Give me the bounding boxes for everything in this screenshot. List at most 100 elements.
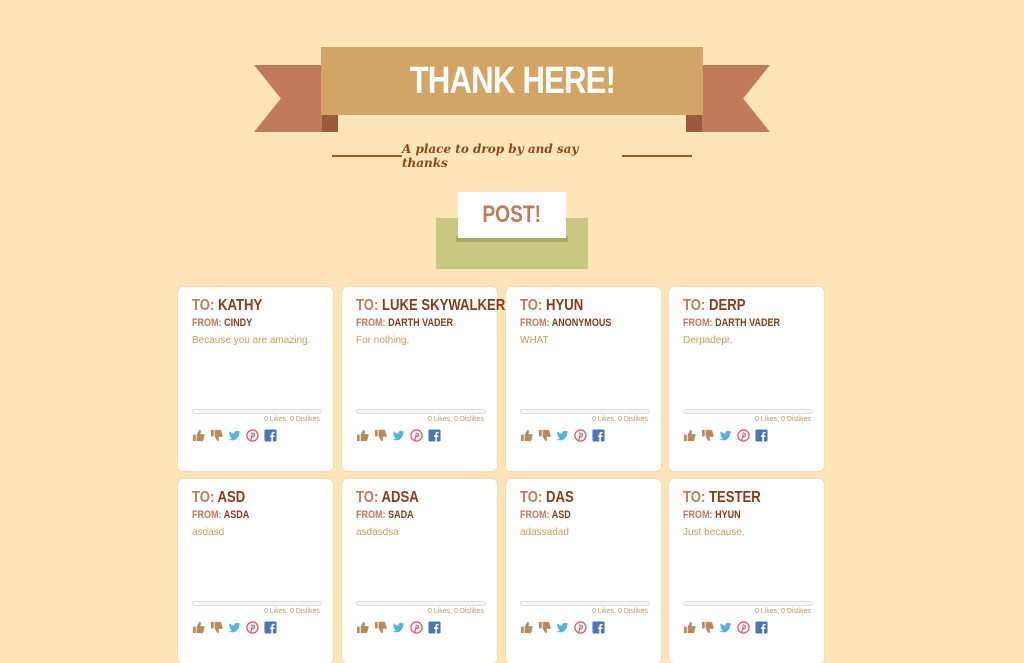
to-label: TO: [192,489,215,506]
card-message: adassadad [520,527,569,538]
from-label: FROM: [356,509,386,521]
like-counts: 0 Likes, 0 Dislikes [427,416,484,423]
twitter-icon[interactable] [556,429,569,442]
twitter-icon[interactable] [392,429,405,442]
thumbs-up-icon[interactable] [356,621,369,634]
post-button[interactable]: POST! [458,192,566,238]
facebook-icon[interactable] [755,621,768,634]
to-label: TO: [356,489,379,506]
card-message: asdasd [192,527,225,538]
recipient-name: ADSA [381,489,419,506]
pinterest-icon[interactable] [410,429,423,442]
twitter-icon[interactable] [719,429,732,442]
twitter-icon[interactable] [392,621,405,634]
tagline: A place to drop by and say thanks [401,142,579,170]
like-counts: 0 Likes, 0 Dislikes [263,608,320,615]
from-label: FROM: [520,509,550,521]
card-from: FROM: ASDA [192,509,249,521]
thumbs-up-icon[interactable] [192,429,205,442]
card-from: FROM: ASD [520,509,571,521]
card-to: TO: LUKE SKYWALKER [356,297,505,315]
recipient-name: DAS [546,489,574,506]
from-label: FROM: [356,317,386,329]
pinterest-icon[interactable] [574,429,587,442]
sender-name: HYUN [715,509,741,521]
thumbs-up-icon[interactable] [356,429,369,442]
thumbs-down-icon[interactable] [538,621,551,634]
recipient-name: KATHY [218,297,263,314]
pinterest-icon[interactable] [246,621,259,634]
sender-name: CINDY [224,317,253,329]
sender-name: DARTH VADER [388,317,454,329]
twitter-icon[interactable] [719,621,732,634]
thumbs-down-icon[interactable] [374,429,387,442]
thumbs-up-icon[interactable] [520,429,533,442]
card-actions [192,621,277,634]
thumbs-down-icon[interactable] [374,621,387,634]
facebook-icon[interactable] [592,429,605,442]
recipient-name: LUKE SKYWALKER [382,297,506,314]
card-to: TO: DAS [520,489,574,507]
thank-card: TO: KATHY FROM: CINDY Because you are amaz… [178,287,333,471]
thank-card: TO: DAS FROM: ASD adassadad 0 Likes, 0 Disl… [506,479,661,663]
facebook-icon[interactable] [755,429,768,442]
card-actions [520,621,605,634]
like-ratio-bar [192,601,322,606]
twitter-icon[interactable] [228,429,241,442]
pinterest-icon[interactable] [410,621,423,634]
card-to: TO: ASD [192,489,245,507]
card-from: FROM: CINDY [192,317,252,329]
thumbs-up-icon[interactable] [192,621,205,634]
recipient-name: HYUN [546,297,584,314]
like-ratio-bar [356,601,486,606]
sender-name: SADA [388,509,414,521]
thank-card: TO: LUKE SKYWALKER FROM: DARTH VADER For n… [342,287,505,471]
card-from: FROM: HYUN [683,509,741,521]
sender-name: ASDA [223,509,250,521]
facebook-icon[interactable] [592,621,605,634]
card-from: FROM: DARTH VADER [683,317,780,329]
pinterest-icon[interactable] [737,621,750,634]
card-message: Because you are amazing. [192,335,311,346]
tagline-divider-left [332,155,402,157]
recipient-name: TESTER [709,489,761,506]
thumbs-up-icon[interactable] [683,621,696,634]
card-from: FROM: ANONYMOUS [520,317,611,329]
card-to: TO: TESTER [683,489,761,507]
facebook-icon[interactable] [264,621,277,634]
thumbs-down-icon[interactable] [210,429,223,442]
facebook-icon[interactable] [428,429,441,442]
thumbs-up-icon[interactable] [683,429,696,442]
banner-fold-left [322,115,338,132]
card-actions [356,429,441,442]
from-label: FROM: [683,509,713,521]
like-ratio-bar [683,601,813,606]
thumbs-down-icon[interactable] [538,429,551,442]
twitter-icon[interactable] [228,621,241,634]
pinterest-icon[interactable] [737,429,750,442]
thumbs-down-icon[interactable] [701,621,714,634]
thumbs-down-icon[interactable] [701,429,714,442]
card-from: FROM: DARTH VADER [356,317,453,329]
thumbs-up-icon[interactable] [520,621,533,634]
twitter-icon[interactable] [556,621,569,634]
post-area: POST! [436,192,588,270]
like-ratio-bar [356,409,486,414]
from-label: FROM: [192,317,222,329]
thank-card: TO: DERP FROM: DARTH VADER Derpadepr. 0 Lik… [669,287,824,471]
like-ratio-bar [192,409,322,414]
thank-card: TO: ADSA FROM: SADA asdasdsa 0 Likes, 0 Dis… [342,479,497,663]
to-label: TO: [356,297,379,314]
pinterest-icon[interactable] [574,621,587,634]
card-to: TO: ADSA [356,489,419,507]
to-label: TO: [192,297,215,314]
facebook-icon[interactable] [264,429,277,442]
card-message: Just because. [683,527,745,538]
like-counts: 0 Likes, 0 Dislikes [427,608,484,615]
card-message: WHAT [520,335,549,346]
card-actions [683,429,768,442]
facebook-icon[interactable] [428,621,441,634]
pinterest-icon[interactable] [246,429,259,442]
to-label: TO: [520,297,543,314]
thumbs-down-icon[interactable] [210,621,223,634]
